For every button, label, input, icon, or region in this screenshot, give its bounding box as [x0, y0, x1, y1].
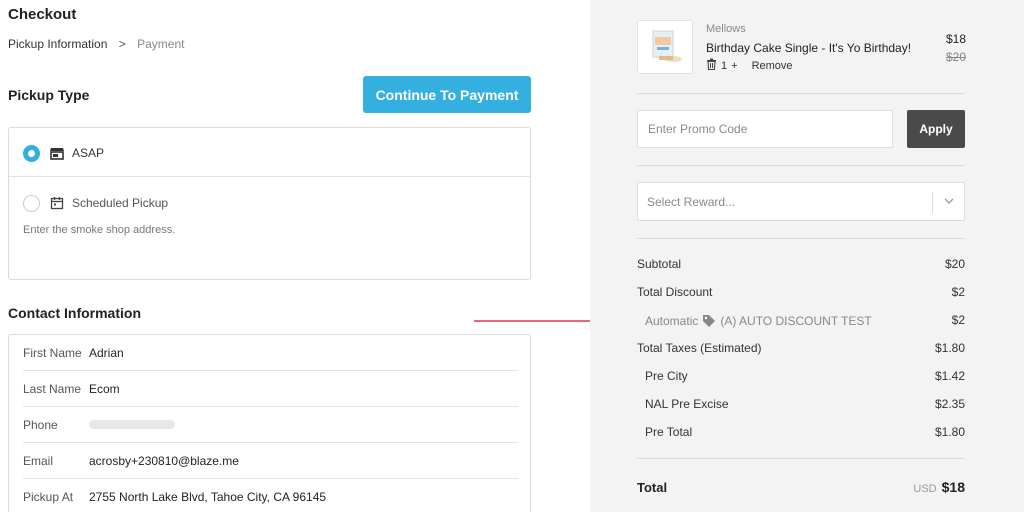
pickup-option-label: ASAP [72, 146, 105, 160]
calendar-icon [50, 196, 64, 210]
summary-value: $20 [944, 257, 965, 271]
contact-value: acrosby+230810@blaze.me [89, 453, 239, 468]
divider [637, 458, 965, 459]
breadcrumb-step-pickup[interactable]: Pickup Information [8, 37, 107, 51]
contact-row-email: Email acrosby+230810@blaze.me [23, 443, 518, 479]
redacted-phone-value [89, 420, 175, 429]
checkout-form-panel: Checkout Pickup Information > Payment Pi… [0, 0, 638, 512]
summary-value: $1.42 [934, 369, 965, 383]
divider [637, 238, 965, 239]
breadcrumb: Pickup Information > Payment [8, 37, 184, 51]
summary-total: Total USD $18 [637, 477, 965, 497]
contact-row-pickup-at: Pickup At 2755 North Lake Blvd, Tahoe Ci… [23, 479, 518, 512]
trash-icon[interactable] [706, 58, 717, 73]
breadcrumb-separator: > [118, 37, 126, 51]
summary-tax-line: NAL Pre Excise $2.35 [637, 397, 965, 413]
quantity-controls: 1 + Remove [706, 58, 793, 73]
product-image-icon [652, 30, 682, 62]
total-value: USD $18 [913, 479, 965, 495]
promo-code-input[interactable] [637, 110, 893, 148]
radio-unselected[interactable] [23, 194, 40, 212]
divider [9, 176, 530, 177]
contact-row-first-name: First Name Adrian [23, 335, 518, 371]
contact-label: Last Name [23, 381, 82, 396]
total-amount: $18 [941, 479, 965, 495]
item-price: $18 [945, 32, 966, 46]
tag-icon [702, 314, 716, 328]
total-label: Total [637, 479, 668, 495]
contact-value: Ecom [89, 381, 120, 396]
contact-value: 2755 North Lake Blvd, Tahoe City, CA 961… [89, 490, 327, 504]
summary-total-discount: Total Discount $2 [637, 285, 965, 301]
summary-label: NAL Pre Excise [645, 397, 729, 411]
summary-subtotal: Subtotal $20 [637, 257, 965, 273]
contact-label: Pickup At [23, 490, 74, 504]
discount-name: (A) AUTO DISCOUNT TEST [720, 314, 872, 328]
radio-selected[interactable] [23, 144, 40, 162]
total-currency: USD [913, 483, 937, 495]
summary-automatic-discount: Automatic (A) AUTO DISCOUNT TEST $2 [637, 313, 965, 329]
breadcrumb-step-payment: Payment [137, 37, 185, 51]
pickup-hint-text: Enter the smoke shop address. [23, 224, 176, 236]
continue-to-payment-button[interactable]: Continue To Payment [363, 76, 531, 113]
summary-label: Total Discount [637, 285, 713, 299]
remove-item-link[interactable]: Remove [752, 60, 793, 72]
summary-label: Automatic [645, 314, 699, 328]
quantity-value: 1 [721, 59, 728, 72]
summary-value: $2.35 [934, 397, 965, 411]
summary-label: Total Taxes (Estimated) [637, 341, 762, 355]
apply-promo-button[interactable]: Apply [907, 110, 965, 148]
summary-label: Pre City [645, 369, 688, 383]
summary-label: Pre Total [645, 425, 693, 439]
summary-value: $1.80 [934, 341, 965, 355]
summary-value: $2 [951, 313, 965, 327]
summary-label: Subtotal [637, 257, 682, 271]
page-title: Checkout [8, 6, 77, 23]
summary-value: $2 [951, 285, 965, 299]
pickup-option-label: Scheduled Pickup [72, 196, 169, 210]
contact-value: Adrian [89, 345, 124, 360]
contact-information-box: First Name Adrian Last Name Ecom Phone E… [8, 334, 531, 512]
chevron-down-icon[interactable] [943, 195, 955, 210]
automatic-discount-label: Automatic (A) AUTO DISCOUNT TEST [637, 313, 872, 329]
contact-label: Phone [23, 417, 58, 432]
store-icon [50, 146, 64, 160]
select-reward-dropdown[interactable]: Select Reward... [637, 182, 965, 221]
dropdown-separator [932, 192, 933, 213]
divider [637, 165, 965, 166]
contact-information-title: Contact Information [8, 305, 141, 321]
pickup-type-options: ASAP Scheduled Pickup Enter the smoke sh… [8, 127, 531, 280]
divider [637, 93, 965, 94]
summary-tax-line: Pre Total $1.80 [637, 425, 965, 441]
pickup-option-scheduled[interactable]: Scheduled Pickup [9, 192, 530, 214]
summary-value: $1.80 [934, 425, 965, 439]
summary-tax-line: Pre City $1.42 [637, 369, 965, 385]
pickup-type-title: Pickup Type [8, 87, 90, 103]
summary-taxes: Total Taxes (Estimated) $1.80 [637, 341, 965, 357]
reward-placeholder: Select Reward... [647, 194, 736, 209]
product-thumbnail [637, 20, 693, 74]
contact-row-phone: Phone [23, 407, 518, 443]
product-brand: Mellows [706, 23, 746, 35]
item-original-price: $20 [945, 50, 966, 64]
contact-label: First Name [23, 345, 82, 360]
order-summary-panel: Mellows Birthday Cake Single - It's Yo B… [590, 0, 1024, 512]
pickup-option-asap[interactable]: ASAP [9, 142, 530, 164]
contact-label: Email [23, 453, 54, 468]
contact-row-last-name: Last Name Ecom [23, 371, 518, 407]
increment-button[interactable]: + [731, 60, 737, 72]
product-name: Birthday Cake Single - It's Yo Birthday! [706, 41, 912, 55]
